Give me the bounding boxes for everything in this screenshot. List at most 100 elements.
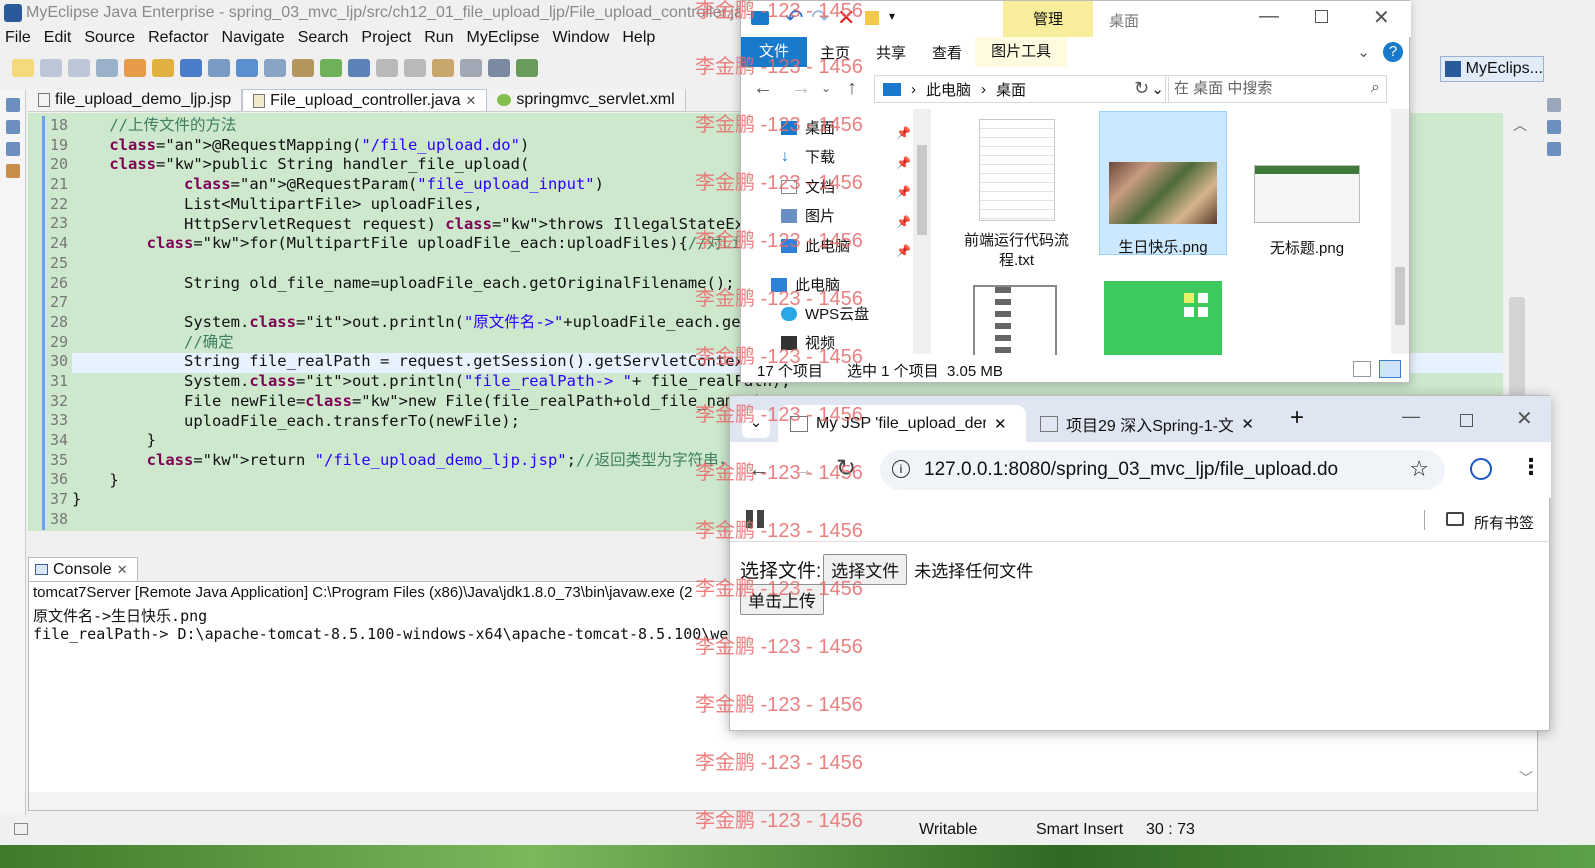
tab-springmvc-servlet-xml[interactable]: springmvc_servlet.xml <box>487 89 686 111</box>
menu-help[interactable]: Help <box>617 29 663 47</box>
redo-icon[interactable]: ↷ <box>811 5 829 31</box>
folder-icon[interactable] <box>865 11 879 25</box>
servers-icon[interactable] <box>6 164 20 178</box>
close-icon[interactable]: ✕ <box>117 562 128 578</box>
close-icon[interactable]: ✕ <box>1241 415 1254 433</box>
forward-arrow-icon[interactable]: → <box>792 456 814 482</box>
forward-arrow-icon[interactable]: → <box>791 77 811 100</box>
maximize-icon[interactable] <box>1460 414 1473 427</box>
save-icon[interactable] <box>40 59 62 77</box>
menu-myeclipse[interactable]: MyEclipse <box>462 29 548 47</box>
undo-icon[interactable]: ↶ <box>785 5 803 31</box>
nav-item-pictures[interactable]: 图片 <box>781 205 835 226</box>
globe-icon[interactable] <box>348 59 370 77</box>
close-icon[interactable]: ✕ <box>465 93 476 109</box>
chevron-down-icon[interactable]: ﹀ <box>1519 768 1533 788</box>
browser-tab[interactable]: 项目29 深入Spring-1-文 ✕ <box>1028 405 1266 442</box>
file-list-scrollbar[interactable] <box>1391 109 1409 354</box>
screenshot-icon[interactable] <box>488 59 510 77</box>
deploy-icon[interactable] <box>152 59 174 77</box>
folder-icon[interactable] <box>1446 512 1464 526</box>
debug-icon[interactable] <box>516 59 538 77</box>
new-tab-icon[interactable]: + <box>1290 404 1304 432</box>
menu-search[interactable]: Search <box>293 29 357 47</box>
menu-source[interactable]: Source <box>79 29 143 47</box>
menu-project[interactable]: Project <box>356 29 419 47</box>
search-input[interactable]: 在 桌面 中搜索 <box>1165 75 1387 103</box>
menu-run[interactable]: Run <box>419 29 461 47</box>
chevron-up-icon[interactable]: ︿ <box>1513 115 1527 135</box>
minimize-icon[interactable]: — <box>1402 406 1420 427</box>
reload-icon[interactable]: ↻ <box>836 454 856 483</box>
help-icon[interactable]: ? <box>1383 42 1403 62</box>
nav-item-this-pc[interactable]: 此电脑 <box>771 274 840 295</box>
ribbon-view[interactable]: 查看 <box>919 42 975 63</box>
tab-search-icon[interactable]: ⌄ <box>742 410 770 438</box>
run-config-icon[interactable] <box>320 59 342 77</box>
site-info-icon[interactable]: i <box>892 460 910 478</box>
choose-file-button[interactable]: 选择文件 <box>823 554 908 585</box>
context-tab-manage[interactable]: 管理 <box>1003 1 1093 37</box>
print-icon[interactable] <box>96 59 118 77</box>
scrollbar-thumb[interactable] <box>1395 267 1405 325</box>
hierarchy-icon[interactable] <box>6 142 20 156</box>
bookmark-star-icon[interactable]: ☆ <box>1409 456 1429 482</box>
new-project-icon[interactable] <box>124 59 146 77</box>
nav-item-documents[interactable]: 文档 <box>781 176 835 197</box>
nav-item-this-pc-pinned[interactable]: 此电脑 <box>781 235 850 256</box>
chevron-down-icon[interactable]: ⌄ <box>1151 80 1164 98</box>
menu-window[interactable]: Window <box>547 29 617 47</box>
task-list-icon[interactable] <box>1547 120 1561 134</box>
new-icon[interactable] <box>12 59 34 77</box>
task-icon[interactable] <box>432 59 454 77</box>
nav-scrollbar[interactable] <box>913 109 931 354</box>
menu-file[interactable]: File <box>0 29 39 47</box>
outline-view-icon[interactable] <box>1547 142 1561 156</box>
more-menu-icon[interactable]: ⋮ <box>1520 454 1542 480</box>
address-bar[interactable]: i 127.0.0.1:8080/spring_03_mvc_ljp/file_… <box>880 450 1445 490</box>
ribbon-file[interactable]: 文件 <box>741 37 808 67</box>
package-explorer-icon[interactable] <box>6 98 20 112</box>
zip-file-icon[interactable] <box>973 285 1057 357</box>
file-item-untitled-png[interactable]: 无标题.png <box>1243 113 1371 278</box>
perspective-switcher[interactable]: MyEclips... <box>1440 56 1544 82</box>
refresh-icon[interactable]: ↻ <box>1134 78 1149 99</box>
breadcrumb-this-pc[interactable]: 此电脑 <box>926 79 971 100</box>
breadcrumb-desktop[interactable]: 桌面 <box>996 79 1026 100</box>
restore-icon[interactable] <box>1547 98 1561 112</box>
nav-item-desktop[interactable]: 桌面 <box>781 117 835 138</box>
up-arrow-icon[interactable]: ↑ <box>847 77 857 100</box>
ribbon-share[interactable]: 共享 <box>863 42 919 63</box>
open-type-icon[interactable] <box>292 59 314 77</box>
close-icon[interactable]: ✕ <box>1373 5 1390 30</box>
chevron-down-icon[interactable]: ⌄ <box>821 81 831 95</box>
delete-icon[interactable]: ✕ <box>837 5 855 31</box>
chevron-down-icon[interactable]: ▾ <box>889 9 895 23</box>
outline-icon[interactable] <box>6 120 20 134</box>
apps-grid-icon[interactable] <box>746 510 764 528</box>
maximize-icon[interactable] <box>1315 10 1328 23</box>
external-tools-icon[interactable] <box>460 59 482 77</box>
database-icon[interactable] <box>208 59 230 77</box>
search-icon[interactable]: ⌕ <box>1371 79 1380 97</box>
new-class-icon[interactable] <box>236 59 258 77</box>
search-icon[interactable] <box>264 59 286 77</box>
close-icon[interactable]: ✕ <box>1516 406 1533 431</box>
console-hscrollbar[interactable] <box>29 792 1537 810</box>
nav-item-videos[interactable]: 视频 <box>781 332 835 353</box>
details-view-icon[interactable] <box>1353 361 1371 377</box>
menu-refactor[interactable]: Refactor <box>143 29 216 47</box>
minimize-icon[interactable]: — <box>1259 5 1279 28</box>
nav-item-downloads[interactable]: ↓ 下载 <box>781 146 835 167</box>
chevron-down-icon[interactable]: ⌄ <box>1344 43 1383 61</box>
server-icon[interactable] <box>180 59 202 77</box>
back-arrow-icon[interactable]: ← <box>748 456 770 482</box>
profile-icon[interactable] <box>1470 458 1492 480</box>
save-all-icon[interactable] <box>68 59 90 77</box>
file-item-txt[interactable]: 前端运行代码流程.txt <box>959 113 1074 278</box>
tab-file-upload-demo-jsp[interactable]: file_upload_demo_ljp.jsp <box>28 89 243 111</box>
back-icon[interactable] <box>376 59 398 77</box>
ribbon-picture-tools[interactable]: 图片工具 <box>975 37 1068 67</box>
app-folder-icon[interactable] <box>1104 281 1222 355</box>
menu-edit[interactable]: Edit <box>39 29 80 47</box>
